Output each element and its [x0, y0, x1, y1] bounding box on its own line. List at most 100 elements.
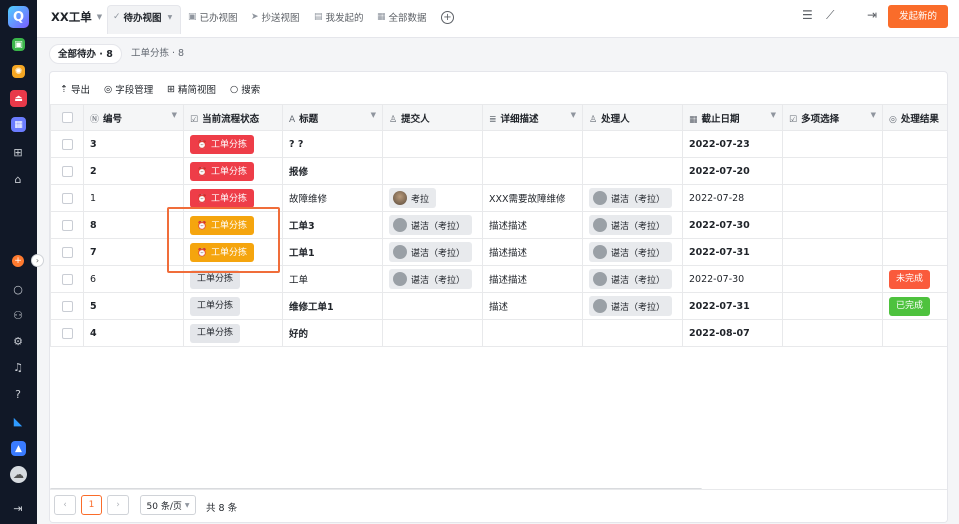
- title-cell[interactable]: 工单: [282, 265, 383, 293]
- title-cell[interactable]: 故障维修: [282, 184, 383, 212]
- row-checkbox[interactable]: [50, 292, 84, 320]
- trend-chart-icon[interactable]: ⟋: [826, 8, 834, 23]
- title-cell[interactable]: 工单1: [282, 238, 383, 266]
- user-cell[interactable]: 谌洁（考拉）: [382, 238, 483, 266]
- status-cell[interactable]: ⏰ 工单分拣: [183, 238, 283, 266]
- simple-view-button[interactable]: ⊞ 精简视图: [167, 82, 216, 97]
- id-cell[interactable]: 6: [83, 265, 184, 293]
- result-cell[interactable]: 已完成: [882, 292, 947, 320]
- id-cell[interactable]: 2: [83, 157, 184, 185]
- result-cell[interactable]: [882, 238, 947, 266]
- status-tag[interactable]: 工单分拣: [190, 269, 241, 289]
- user-cell[interactable]: 谌洁（考拉）: [582, 211, 683, 239]
- column-header[interactable]: ☑ 当前流程状态: [183, 104, 283, 131]
- table-row[interactable]: 2 ⏰ 工单分拣 报修 2022-07-20: [50, 157, 947, 185]
- table-row[interactable]: 8 ⏰ 工单分拣 工单3 谌洁（考拉） 描述描述 谌洁（考拉） 2022-07-30: [50, 211, 947, 239]
- status-tag[interactable]: 工单分拣: [190, 323, 241, 343]
- app-title-dropdown[interactable]: XX工单 ▼: [51, 9, 102, 25]
- empty-cell[interactable]: [382, 157, 483, 185]
- multi-select-cell[interactable]: [782, 238, 883, 266]
- row-checkbox[interactable]: [50, 157, 84, 185]
- user-cell[interactable]: 谌洁（考拉）: [582, 184, 683, 212]
- status-cell[interactable]: ⏰ 工单分拣: [183, 130, 283, 158]
- user-chip[interactable]: 谌洁（考拉）: [589, 215, 673, 235]
- status-cell[interactable]: 工单分拣: [183, 265, 283, 293]
- desc-cell[interactable]: 描述描述: [482, 238, 583, 266]
- title-cell[interactable]: 好的: [282, 319, 383, 347]
- users-icon[interactable]: ⚇: [9, 306, 27, 324]
- id-cell[interactable]: 8: [83, 211, 184, 239]
- multi-select-cell[interactable]: [782, 211, 883, 239]
- user-chip[interactable]: 考拉: [389, 188, 437, 208]
- result-cell[interactable]: [882, 211, 947, 239]
- deadline-cell[interactable]: 2022-08-07: [682, 319, 783, 347]
- desc-cell[interactable]: 描述: [482, 292, 583, 320]
- next-page-button[interactable]: ›: [107, 495, 129, 515]
- result-cell[interactable]: [882, 130, 947, 158]
- row-checkbox[interactable]: [50, 238, 84, 266]
- user-chip[interactable]: 谌洁（考拉）: [389, 269, 473, 289]
- red-app-icon[interactable]: ⏏: [10, 90, 27, 107]
- table-row[interactable]: 6 工单分拣 工单 谌洁（考拉） 描述描述 谌洁（考拉） 2022-07-30 未完成: [50, 265, 947, 293]
- collapse-sidebar-icon[interactable]: ›: [31, 254, 44, 267]
- row-checkbox[interactable]: [50, 265, 84, 293]
- user-chip[interactable]: 谌洁（考拉）: [589, 296, 673, 316]
- home-icon[interactable]: ⌂: [9, 170, 27, 188]
- status-tag[interactable]: ⏰ 工单分拣: [190, 161, 254, 181]
- user-cell[interactable]: 谌洁（考拉）: [382, 211, 483, 239]
- calendar-app-icon[interactable]: ▦: [11, 117, 26, 132]
- page-size-select[interactable]: 50 条/页 ▼: [140, 495, 196, 515]
- desc-cell[interactable]: 描述描述: [482, 265, 583, 293]
- status-cell[interactable]: 工单分拣: [183, 319, 283, 347]
- tab-mine[interactable]: ▤ 我发起的: [314, 10, 364, 24]
- green-app-icon[interactable]: ▣: [12, 38, 25, 51]
- select-all-checkbox[interactable]: [50, 104, 84, 131]
- status-cell[interactable]: 工单分拣: [183, 292, 283, 320]
- id-cell[interactable]: 5: [83, 292, 184, 320]
- page-1-button[interactable]: 1: [81, 495, 102, 515]
- sort-arrow-icon[interactable]: ▼: [571, 111, 576, 119]
- row-checkbox[interactable]: [50, 319, 84, 347]
- exit-icon[interactable]: ⇥: [867, 8, 877, 22]
- status-cell[interactable]: ⏰ 工单分拣: [183, 157, 283, 185]
- multi-select-cell[interactable]: [782, 319, 883, 347]
- result-cell[interactable]: [882, 184, 947, 212]
- add-icon[interactable]: +: [12, 255, 24, 267]
- user-avatar-icon[interactable]: ☁: [10, 466, 27, 483]
- field-manage-button[interactable]: ◎ 字段管理: [104, 82, 153, 97]
- empty-cell[interactable]: [382, 319, 483, 347]
- empty-cell[interactable]: [582, 130, 683, 158]
- filter-all-todo[interactable]: 全部待办 · 8: [49, 44, 122, 64]
- expand-sidebar-icon[interactable]: ⇥: [9, 499, 27, 517]
- tab-cc[interactable]: ➤ 抄送视图: [251, 10, 300, 24]
- app-logo-icon[interactable]: Q: [8, 6, 29, 28]
- settings-icon[interactable]: ⚙: [9, 332, 27, 350]
- search-icon[interactable]: ○: [9, 280, 27, 298]
- title-cell[interactable]: 报修: [282, 157, 383, 185]
- table-row[interactable]: 3 ⏰ 工单分拣 ? ? 2022-07-23: [50, 130, 947, 158]
- table-row[interactable]: 1 ⏰ 工单分拣 故障维修 考拉 XXX需要故障维修 谌洁（考拉） 2022-07-28: [50, 184, 947, 212]
- prev-page-button[interactable]: ‹: [54, 495, 76, 515]
- empty-cell[interactable]: [582, 157, 683, 185]
- empty-cell[interactable]: [382, 292, 483, 320]
- desc-cell[interactable]: [482, 157, 583, 185]
- tab-todo[interactable]: ✓ 待办视图 ▼: [113, 10, 172, 24]
- status-tag[interactable]: ⏰ 工单分拣: [190, 188, 254, 208]
- column-header[interactable]: A 标题 ▼: [282, 104, 383, 131]
- help-icon[interactable]: ?: [9, 385, 27, 403]
- multi-select-cell[interactable]: [782, 157, 883, 185]
- status-tag[interactable]: 工单分拣: [190, 296, 241, 316]
- desc-cell[interactable]: [482, 130, 583, 158]
- orange-app-icon[interactable]: ✺: [12, 65, 25, 78]
- user-cell[interactable]: 考拉: [382, 184, 483, 212]
- export-button[interactable]: ⇡ 导出: [60, 82, 90, 97]
- empty-cell[interactable]: [382, 130, 483, 158]
- column-header[interactable]: ♙ 提交人: [382, 104, 483, 131]
- id-cell[interactable]: 1: [83, 184, 184, 212]
- deadline-cell[interactable]: 2022-07-30: [682, 211, 783, 239]
- user-cell[interactable]: 谌洁（考拉）: [582, 292, 683, 320]
- deadline-cell[interactable]: 2022-07-20: [682, 157, 783, 185]
- sort-arrow-icon[interactable]: ▼: [172, 111, 177, 119]
- add-view-icon[interactable]: +: [441, 11, 454, 24]
- user-cell[interactable]: 谌洁（考拉）: [582, 238, 683, 266]
